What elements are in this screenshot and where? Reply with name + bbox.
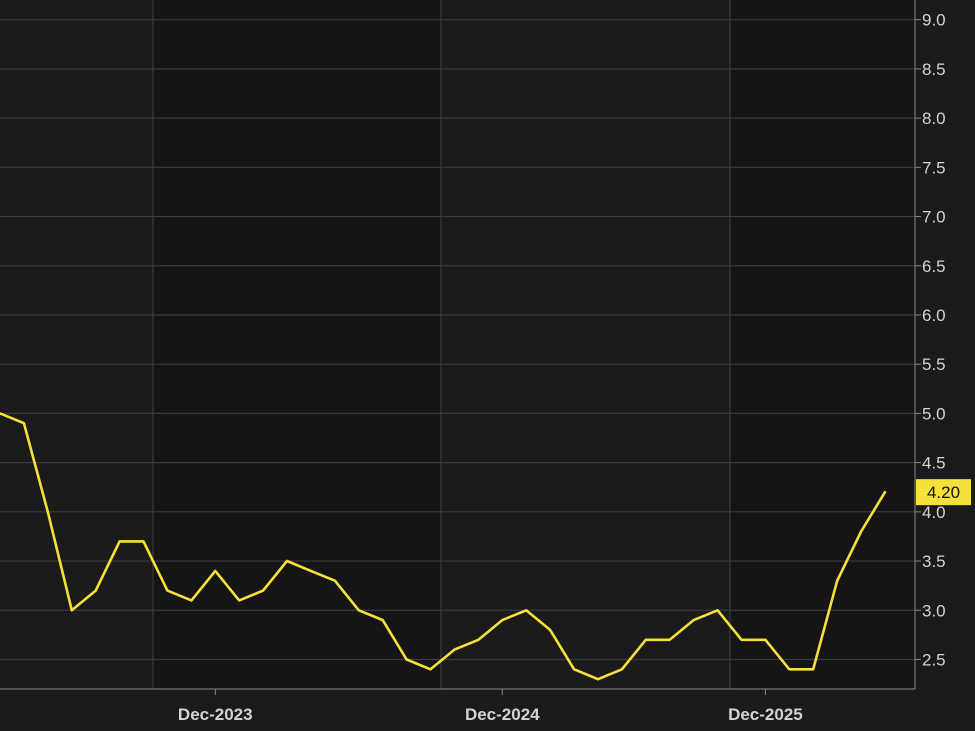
y-tick-label: 5.5 (922, 355, 946, 374)
x-tick-label: Dec-2025 (728, 705, 803, 724)
y-tick-label: 3.0 (922, 601, 946, 620)
data-point[interactable] (234, 595, 244, 605)
x-tick-label: Dec-2023 (178, 705, 253, 724)
data-point[interactable] (139, 536, 149, 546)
data-point[interactable] (832, 576, 842, 586)
data-point[interactable] (665, 635, 675, 645)
x-tick-label: Dec-2024 (465, 705, 540, 724)
data-point[interactable] (426, 664, 436, 674)
data-point[interactable] (760, 635, 770, 645)
data-point[interactable] (473, 635, 483, 645)
data-point[interactable] (689, 615, 699, 625)
data-point[interactable] (67, 605, 77, 615)
y-tick-label: 4.0 (922, 503, 946, 522)
data-point[interactable] (210, 566, 220, 576)
line-chart[interactable]: 2.5 3.0 3.5 4.0 4.5 5.0 5.5 6.0 6.5 7.0 7.5 8.0 8.5 9… (0, 0, 975, 731)
y-tick-label: 7.0 (922, 208, 946, 227)
data-point[interactable] (593, 674, 603, 684)
y-tick-label: 6.5 (922, 257, 946, 276)
y-tick-label: 5.0 (922, 404, 946, 423)
year-band (153, 0, 441, 689)
data-point[interactable] (19, 418, 29, 428)
data-point[interactable] (354, 605, 364, 615)
y-tick-label: 6.0 (922, 306, 946, 325)
chart-container: 2.5 3.0 3.5 4.0 4.5 5.0 5.5 6.0 6.5 7.0 7.5 8.0 8.5 9… (0, 0, 975, 731)
y-tick-label: 4.5 (922, 454, 946, 473)
data-point[interactable] (378, 615, 388, 625)
data-point[interactable] (330, 576, 340, 586)
data-point[interactable] (880, 487, 890, 497)
last-value-label: 4.20 (927, 483, 960, 502)
year-band (730, 0, 915, 689)
data-point[interactable] (258, 586, 268, 596)
data-point[interactable] (736, 635, 746, 645)
data-point[interactable] (784, 664, 794, 674)
y-tick-label: 8.5 (922, 60, 946, 79)
data-point[interactable] (162, 586, 172, 596)
data-point[interactable] (402, 654, 412, 664)
data-point[interactable] (617, 664, 627, 674)
y-tick-label: 7.5 (922, 158, 946, 177)
data-point[interactable] (808, 664, 818, 674)
data-point[interactable] (115, 536, 125, 546)
y-tick-label: 8.0 (922, 109, 946, 128)
data-point[interactable] (91, 586, 101, 596)
data-point[interactable] (306, 566, 316, 576)
last-value-marker: 4.20 (916, 479, 971, 506)
data-point[interactable] (545, 625, 555, 635)
data-point[interactable] (186, 595, 196, 605)
y-tick-label: 3.5 (922, 552, 946, 571)
data-point[interactable] (449, 645, 459, 655)
data-point[interactable] (497, 615, 507, 625)
data-point[interactable] (641, 635, 651, 645)
data-point[interactable] (43, 507, 53, 517)
background-bands (0, 0, 975, 731)
data-point[interactable] (282, 556, 292, 566)
data-point[interactable] (856, 527, 866, 537)
y-tick-label: 9.0 (922, 11, 946, 30)
data-point[interactable] (569, 664, 579, 674)
data-point[interactable] (713, 605, 723, 615)
data-point[interactable] (521, 605, 531, 615)
y-tick-label: 2.5 (922, 650, 946, 669)
